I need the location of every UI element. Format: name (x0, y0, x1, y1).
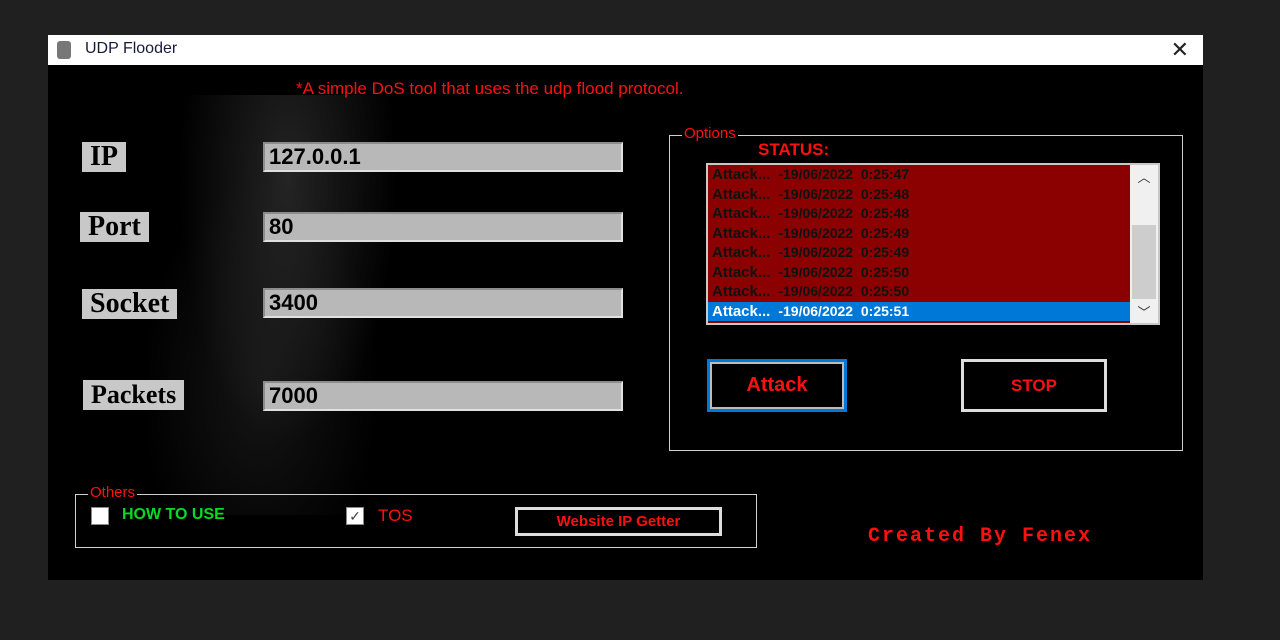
scroll-down-icon[interactable]: ﹀ (1130, 302, 1158, 321)
how-to-use-checkbox[interactable] (91, 507, 109, 525)
others-legend: Others (88, 484, 138, 501)
log-item[interactable]: Attack... -19/06/2022 0:25:47 (708, 165, 1130, 185)
title-bar: UDP Flooder ✕ (48, 35, 1203, 65)
how-to-use-label[interactable]: HOW TO USE (122, 506, 225, 524)
log-message: Attack... (712, 205, 771, 222)
log-item[interactable]: Attack... -19/06/2022 0:25:50 (708, 263, 1130, 283)
log-timestamp: -19/06/2022 0:25:47 (778, 166, 910, 182)
app-window: UDP Flooder ✕ *A simple DoS tool that us… (48, 35, 1203, 580)
ip-input[interactable]: 127.0.0.1 (263, 142, 623, 172)
log-message: Attack... (712, 302, 771, 320)
log-message: Attack... (712, 166, 771, 183)
log-item[interactable]: Attack... -19/06/2022 0:25:48 (708, 185, 1130, 205)
log-message: Attack... (712, 185, 771, 203)
log-message: Attack... (712, 283, 771, 300)
log-message: Attack... (712, 224, 771, 242)
scrollbar-thumb[interactable] (1132, 225, 1156, 299)
log-timestamp: -19/06/2022 0:25:48 (778, 185, 910, 202)
packets-label: Packets (83, 380, 185, 410)
options-legend: Options (682, 125, 738, 142)
socket-label: Socket (82, 289, 178, 319)
log-timestamp: -19/06/2022 0:25:50 (778, 263, 910, 280)
scroll-up-icon[interactable]: ︿ (1130, 167, 1158, 186)
attack-button[interactable]: Attack (707, 359, 847, 412)
app-icon (57, 41, 71, 59)
credit-text: Created By Fenex (868, 525, 1093, 548)
ip-label: IP (82, 142, 126, 172)
log-timestamp: -19/06/2022 0:25:49 (778, 224, 910, 241)
log-item[interactable]: Attack... -19/06/2022 0:25:50 (708, 282, 1130, 302)
log-item[interactable]: Attack... -19/06/2022 0:25:49 (708, 224, 1130, 244)
tos-checkbox[interactable]: ✓ (346, 507, 364, 525)
tagline: *A simple DoS tool that uses the udp flo… (296, 79, 684, 98)
website-ip-getter-button[interactable]: Website IP Getter (515, 507, 722, 536)
window-title: UDP Flooder (85, 40, 178, 57)
log-item[interactable]: Attack... -19/06/2022 0:25:51 (708, 301, 1130, 321)
scrollbar[interactable]: ︿ ﹀ (1130, 165, 1158, 323)
socket-input[interactable]: 3400 (263, 288, 623, 318)
log-item[interactable]: Attack... -19/06/2022 0:25:49 (708, 243, 1130, 263)
close-icon[interactable]: ✕ (1171, 37, 1189, 63)
log-timestamp: -19/06/2022 0:25:49 (778, 244, 910, 260)
log-message: Attack... (712, 244, 771, 261)
status-label: STATUS: (758, 140, 830, 159)
status-log-list[interactable]: Attack... -19/06/2022 0:25:47 Attack... -19… (706, 163, 1160, 325)
port-label: Port (80, 212, 149, 242)
log-message: Attack... (712, 263, 771, 281)
log-timestamp: -19/06/2022 0:25:48 (778, 205, 910, 221)
log-item[interactable]: Attack... -19/06/2022 0:25:48 (708, 204, 1130, 224)
log-timestamp: -19/06/2022 0:25:51 (778, 302, 910, 319)
tos-label[interactable]: TOS (378, 506, 413, 526)
port-input[interactable]: 80 (263, 212, 623, 242)
log-timestamp: -19/06/2022 0:25:50 (778, 283, 910, 299)
stop-button[interactable]: STOP (961, 359, 1107, 412)
packets-input[interactable]: 7000 (263, 381, 623, 411)
